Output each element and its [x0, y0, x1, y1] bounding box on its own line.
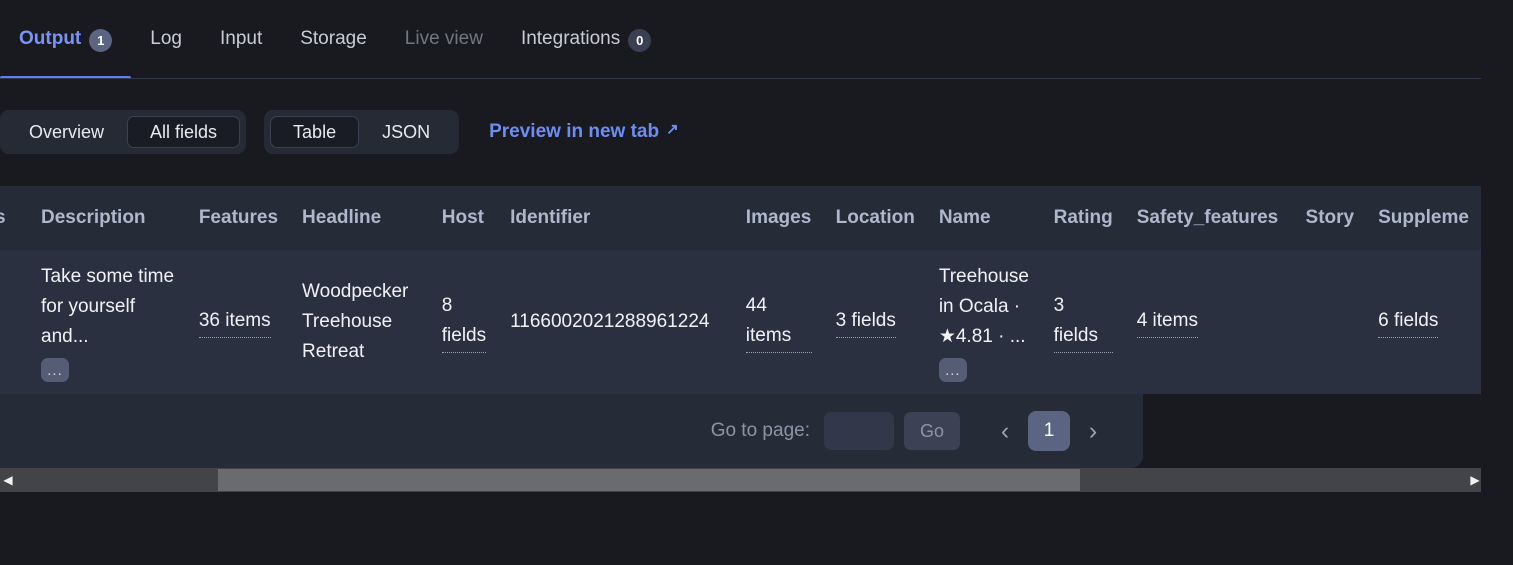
page-number-1[interactable]: 1 — [1028, 411, 1070, 451]
cell-cut_off_left — [0, 250, 30, 394]
cell-content: 3 fields — [1053, 291, 1113, 354]
tab-bar-divider — [0, 78, 1481, 79]
cell-value: 1166002021288961224 — [510, 311, 710, 333]
next-page-icon[interactable]: › — [1076, 412, 1110, 450]
table-header-row: s Description Features Headline Host Identifi… — [0, 186, 1481, 250]
cell-safety_features: 4 items — [1124, 250, 1294, 394]
column-header-features[interactable]: Features — [186, 186, 291, 250]
cell-supplements: 6 fields — [1366, 250, 1481, 394]
column-header-cut_off_left[interactable]: s — [0, 186, 30, 250]
page-bottom-area — [0, 492, 1513, 565]
tab-output[interactable]: Output 1 — [0, 0, 132, 79]
cell-content: 8 fields — [441, 291, 486, 354]
cell-content: 4 items — [1136, 306, 1282, 339]
right-gutter — [1481, 0, 1513, 492]
cell-images: 44 items — [733, 250, 824, 394]
preview-in-new-tab-link[interactable]: Preview in new tab ↗ — [489, 121, 679, 143]
previous-page-icon[interactable]: ‹ — [988, 412, 1022, 450]
tab-label: Integrations — [520, 28, 621, 49]
view-mode-segmented-control: Table JSON — [264, 110, 460, 154]
cell-value: Treehouse in Ocala · ★4.81 · ... — [938, 266, 1029, 348]
tab-label: Input — [219, 28, 263, 49]
go-button[interactable]: Go — [903, 412, 960, 450]
column-header-description[interactable]: Description — [29, 186, 187, 250]
tab-integrations[interactable]: Integrations 0 — [502, 0, 670, 79]
cell-features: 36 items — [186, 250, 291, 394]
tab-badge: 0 — [628, 29, 652, 52]
table-header: s Description Features Headline Host Identifi… — [0, 186, 1481, 250]
go-to-page-input[interactable] — [823, 412, 894, 450]
fields-mode-segmented-control: Overview All fields — [0, 110, 247, 154]
segment-overview[interactable]: Overview — [6, 116, 127, 148]
cell-description: Take some time for yourself and...... — [29, 250, 187, 394]
cell-value: Take some time for yourself and... — [41, 266, 175, 348]
column-header-safety_features[interactable]: Safety_features — [1124, 186, 1294, 250]
output-table: s Description Features Headline Host Identifi… — [0, 186, 1481, 394]
tab-list: Output 1 Log Input Storage Live view Integrati… — [0, 0, 670, 79]
column-header-supplements[interactable]: Suppleme — [1366, 186, 1481, 250]
cell-content: 1166002021288961224 — [510, 307, 722, 337]
cell-content: 6 fields — [1378, 306, 1469, 339]
tab-storage[interactable]: Storage — [281, 0, 386, 79]
cell-content: 3 fields — [835, 306, 915, 339]
tab-label: Live view — [404, 28, 483, 49]
preview-in-new-tab-label: Preview in new tab — [489, 121, 660, 142]
expand-more-button[interactable]: ... — [41, 358, 70, 383]
output-table-viewport: s Description Features Headline Host Identifi… — [0, 186, 1481, 394]
column-header-images[interactable]: Images — [733, 186, 824, 250]
cell-content: Take some time for yourself and...... — [41, 262, 175, 383]
column-header-location[interactable]: Location — [823, 186, 927, 250]
cell-value[interactable]: 8 fields — [441, 291, 486, 354]
cell-location: 3 fields — [823, 250, 927, 394]
cell-name: Treehouse in Ocala · ★4.81 · ...... — [926, 250, 1042, 394]
column-header-rating[interactable]: Rating — [1041, 186, 1125, 250]
table-body: Take some time for yourself and...... 36 … — [0, 250, 1481, 394]
segment-json[interactable]: JSON — [359, 116, 453, 148]
cell-identifier: 1166002021288961224 — [498, 250, 734, 394]
cell-value[interactable]: 3 fields — [835, 306, 896, 339]
page-navigation: ‹ 1 › — [988, 411, 1110, 451]
segment-table[interactable]: Table — [270, 116, 360, 148]
tab-badge: 1 — [89, 29, 113, 52]
output-panel: Output 1 Log Input Storage Live view Integrati… — [0, 0, 1513, 565]
tab-bar: Output 1 Log Input Storage Live view Integrati… — [0, 0, 1513, 79]
cell-value: Woodpecker Treehouse Retreat — [302, 281, 409, 363]
horizontal-scrollbar[interactable]: ◀ ▶ — [0, 468, 1483, 492]
column-header-host[interactable]: Host — [429, 186, 499, 250]
output-toolbar: Overview All fields Table JSON Preview in … — [0, 104, 679, 160]
cell-value[interactable]: 44 items — [745, 291, 812, 354]
cell-content: 44 items — [745, 291, 812, 354]
cell-value[interactable]: 36 items — [198, 306, 271, 339]
segment-all-fields[interactable]: All fields — [127, 116, 241, 148]
tab-label: Storage — [300, 28, 367, 49]
tab-label: Output — [19, 28, 82, 49]
table-row: Take some time for yourself and...... 36 … — [0, 250, 1481, 394]
tab-live-view[interactable]: Live view — [386, 0, 502, 79]
cell-value[interactable]: 6 fields — [1378, 306, 1439, 339]
scrollbar-track[interactable] — [16, 468, 1467, 492]
column-header-headline[interactable]: Headline — [290, 186, 430, 250]
tab-log[interactable]: Log — [131, 0, 201, 79]
cell-story — [1293, 250, 1367, 394]
cell-content: Woodpecker Treehouse Retreat — [302, 277, 418, 367]
cell-rating: 3 fields — [1041, 250, 1125, 394]
cell-host: 8 fields — [429, 250, 499, 394]
cell-headline: Woodpecker Treehouse Retreat — [290, 250, 430, 394]
expand-more-button[interactable]: ... — [938, 358, 967, 383]
pagination-bar: Go to page: Go ‹ 1 › — [0, 394, 1143, 468]
cell-content: Treehouse in Ocala · ★4.81 · ...... — [938, 262, 1030, 383]
cell-value[interactable]: 4 items — [1136, 306, 1198, 339]
column-header-name[interactable]: Name — [926, 186, 1042, 250]
tab-input[interactable]: Input — [201, 0, 281, 79]
column-header-identifier[interactable]: Identifier — [498, 186, 734, 250]
scrollbar-thumb[interactable] — [218, 469, 1080, 491]
cell-value[interactable]: 3 fields — [1053, 291, 1113, 354]
column-header-story[interactable]: Story — [1293, 186, 1367, 250]
external-link-icon: ↗ — [666, 121, 679, 138]
scroll-left-arrow-icon[interactable]: ◀ — [0, 468, 16, 492]
tab-label: Log — [150, 28, 182, 49]
go-to-page-label: Go to page: — [710, 420, 810, 441]
cell-content: 36 items — [198, 306, 278, 339]
